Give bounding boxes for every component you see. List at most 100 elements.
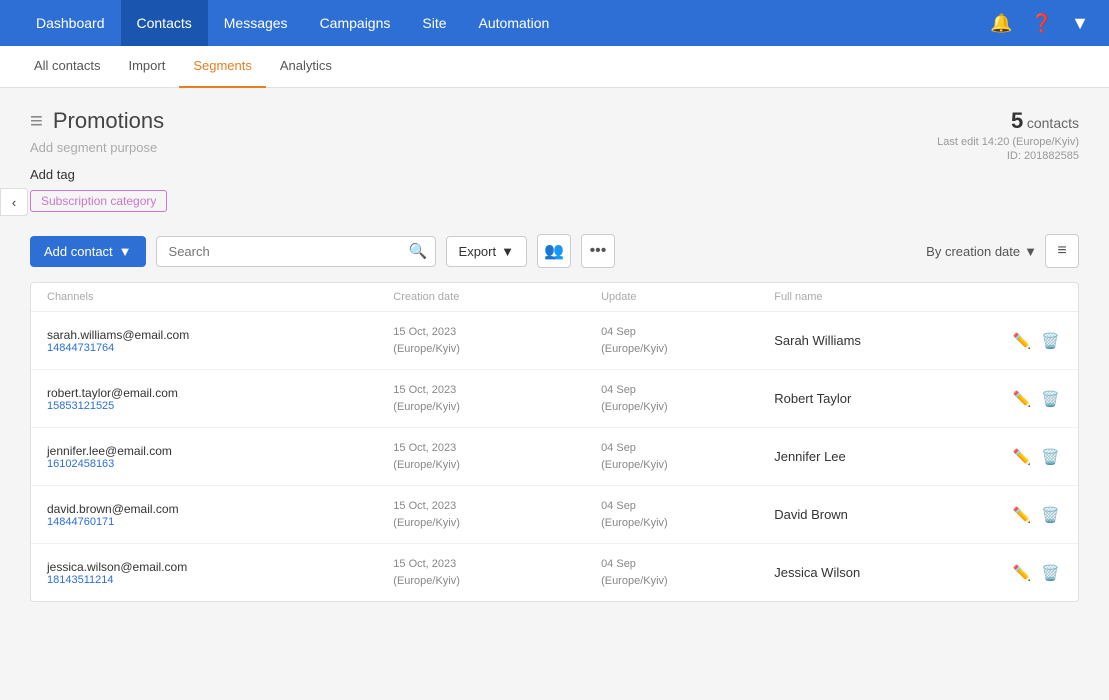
last-edit-meta: Last edit 14:20 (Europe/Kyiv): [937, 136, 1079, 148]
table-body: sarah.williams@email.com 14844731764 15 …: [31, 312, 1078, 601]
update-tz: (Europe/Kyiv): [601, 399, 774, 416]
sidebar-collapse-button[interactable]: ‹: [0, 188, 28, 216]
contact-channel-cell: jessica.wilson@email.com 18143511214: [47, 560, 393, 586]
contact-email: jennifer.lee@email.com: [47, 444, 393, 458]
assign-contacts-button[interactable]: 👥: [537, 234, 571, 268]
creation-date-cell: 15 Oct, 2023 (Europe/Kyiv): [393, 324, 601, 357]
filter-columns-icon: ≡: [1057, 242, 1066, 260]
segment-purpose[interactable]: Add segment purpose: [30, 140, 167, 155]
help-icon[interactable]: ❓: [1031, 13, 1053, 34]
contacts-table: Channels Creation date Update Full name …: [30, 282, 1079, 602]
col-full-name: Full name: [774, 291, 982, 303]
search-input[interactable]: [156, 236, 436, 267]
full-name-cell: Jennifer Lee: [774, 449, 982, 464]
add-tag-label[interactable]: Add tag: [30, 167, 167, 182]
page-header: ≡ Promotions Add segment purpose Add tag…: [30, 108, 1079, 212]
creation-date-cell: 15 Oct, 2023 (Europe/Kyiv): [393, 556, 601, 589]
delete-contact-icon[interactable]: 🗑️: [1039, 446, 1062, 468]
more-options-icon: •••: [590, 242, 607, 260]
contact-email: david.brown@email.com: [47, 502, 393, 516]
full-name-cell: Jessica Wilson: [774, 565, 982, 580]
contact-email: sarah.williams@email.com: [47, 328, 393, 342]
nav-automation[interactable]: Automation: [463, 0, 566, 46]
add-contact-label: Add contact: [44, 244, 113, 259]
subnav-analytics[interactable]: Analytics: [266, 46, 346, 88]
nav-site[interactable]: Site: [406, 0, 462, 46]
creation-date: 15 Oct, 2023: [393, 440, 601, 457]
row-actions: ✏️ 🗑️: [982, 562, 1062, 584]
top-navigation: Dashboard Contacts Messages Campaigns Si…: [0, 0, 1109, 46]
table-row: robert.taylor@email.com 15853121525 15 O…: [31, 370, 1078, 428]
nav-campaigns[interactable]: Campaigns: [304, 0, 407, 46]
row-actions: ✏️ 🗑️: [982, 330, 1062, 352]
creation-date: 15 Oct, 2023: [393, 382, 601, 399]
creation-tz: (Europe/Kyiv): [393, 341, 601, 358]
update-date: 04 Sep: [601, 498, 774, 515]
sort-controls: By creation date ▼ ≡: [926, 234, 1079, 268]
update-tz: (Europe/Kyiv): [601, 515, 774, 532]
delete-contact-icon[interactable]: 🗑️: [1039, 504, 1062, 526]
table-row: jennifer.lee@email.com 16102458163 15 Oc…: [31, 428, 1078, 486]
segment-id: ID: 201882585: [937, 150, 1079, 162]
page-title: Promotions: [53, 108, 164, 134]
edit-contact-icon[interactable]: ✏️: [1011, 330, 1034, 352]
subnav-import[interactable]: Import: [114, 46, 179, 88]
subnav-segments[interactable]: Segments: [179, 46, 266, 88]
full-name-cell: Sarah Williams: [774, 333, 982, 348]
contacts-number: 5: [1011, 108, 1023, 133]
creation-tz: (Europe/Kyiv): [393, 573, 601, 590]
delete-contact-icon[interactable]: 🗑️: [1039, 388, 1062, 410]
contact-phone: 16102458163: [47, 458, 393, 470]
sort-label: By creation date: [926, 244, 1020, 259]
creation-date: 15 Oct, 2023: [393, 498, 601, 515]
sort-by-button[interactable]: By creation date ▼: [926, 244, 1037, 259]
full-name-cell: Robert Taylor: [774, 391, 982, 406]
table-row: david.brown@email.com 14844760171 15 Oct…: [31, 486, 1078, 544]
more-options-button[interactable]: •••: [581, 234, 615, 268]
chevron-left-icon: ‹: [12, 195, 16, 210]
delete-contact-icon[interactable]: 🗑️: [1039, 330, 1062, 352]
update-cell: 04 Sep (Europe/Kyiv): [601, 498, 774, 531]
segment-icon: ≡: [30, 108, 43, 134]
update-date: 04 Sep: [601, 556, 774, 573]
nav-dashboard[interactable]: Dashboard: [20, 0, 121, 46]
account-dropdown-icon[interactable]: ▼: [1071, 13, 1089, 34]
contact-channel-cell: jennifer.lee@email.com 16102458163: [47, 444, 393, 470]
nav-contacts[interactable]: Contacts: [121, 0, 208, 46]
filter-columns-button[interactable]: ≡: [1045, 234, 1079, 268]
contact-email: jessica.wilson@email.com: [47, 560, 393, 574]
table-header: Channels Creation date Update Full name: [31, 283, 1078, 312]
nav-messages[interactable]: Messages: [208, 0, 304, 46]
contact-phone: 18143511214: [47, 574, 393, 586]
creation-tz: (Europe/Kyiv): [393, 515, 601, 532]
creation-date-cell: 15 Oct, 2023 (Europe/Kyiv): [393, 440, 601, 473]
edit-contact-icon[interactable]: ✏️: [1011, 504, 1034, 526]
update-date: 04 Sep: [601, 324, 774, 341]
table-row: jessica.wilson@email.com 18143511214 15 …: [31, 544, 1078, 601]
subscription-category-tag[interactable]: Subscription category: [30, 190, 167, 212]
main-content: ≡ Promotions Add segment purpose Add tag…: [0, 88, 1109, 622]
add-contact-button[interactable]: Add contact ▼: [30, 236, 146, 267]
export-label: Export: [459, 244, 497, 259]
notifications-icon[interactable]: 🔔: [990, 13, 1012, 34]
contact-channel-cell: david.brown@email.com 14844760171: [47, 502, 393, 528]
update-tz: (Europe/Kyiv): [601, 341, 774, 358]
table-row: sarah.williams@email.com 14844731764 15 …: [31, 312, 1078, 370]
contact-phone: 14844731764: [47, 342, 393, 354]
delete-contact-icon[interactable]: 🗑️: [1039, 562, 1062, 584]
edit-contact-icon[interactable]: ✏️: [1011, 446, 1034, 468]
subnav-all-contacts[interactable]: All contacts: [20, 46, 114, 88]
export-button[interactable]: Export ▼: [446, 236, 527, 267]
contact-phone: 14844760171: [47, 516, 393, 528]
update-tz: (Europe/Kyiv): [601, 457, 774, 474]
row-actions: ✏️ 🗑️: [982, 446, 1062, 468]
contacts-toolbar: Add contact ▼ 🔍 Export ▼ 👥 ••• By creati…: [30, 234, 1079, 268]
contact-channel-cell: sarah.williams@email.com 14844731764: [47, 328, 393, 354]
assign-icon: 👥: [544, 241, 564, 261]
search-icon-button[interactable]: 🔍: [409, 242, 428, 260]
col-update: Update: [601, 291, 774, 303]
update-date: 04 Sep: [601, 382, 774, 399]
edit-contact-icon[interactable]: ✏️: [1011, 562, 1034, 584]
edit-contact-icon[interactable]: ✏️: [1011, 388, 1034, 410]
full-name-cell: David Brown: [774, 507, 982, 522]
